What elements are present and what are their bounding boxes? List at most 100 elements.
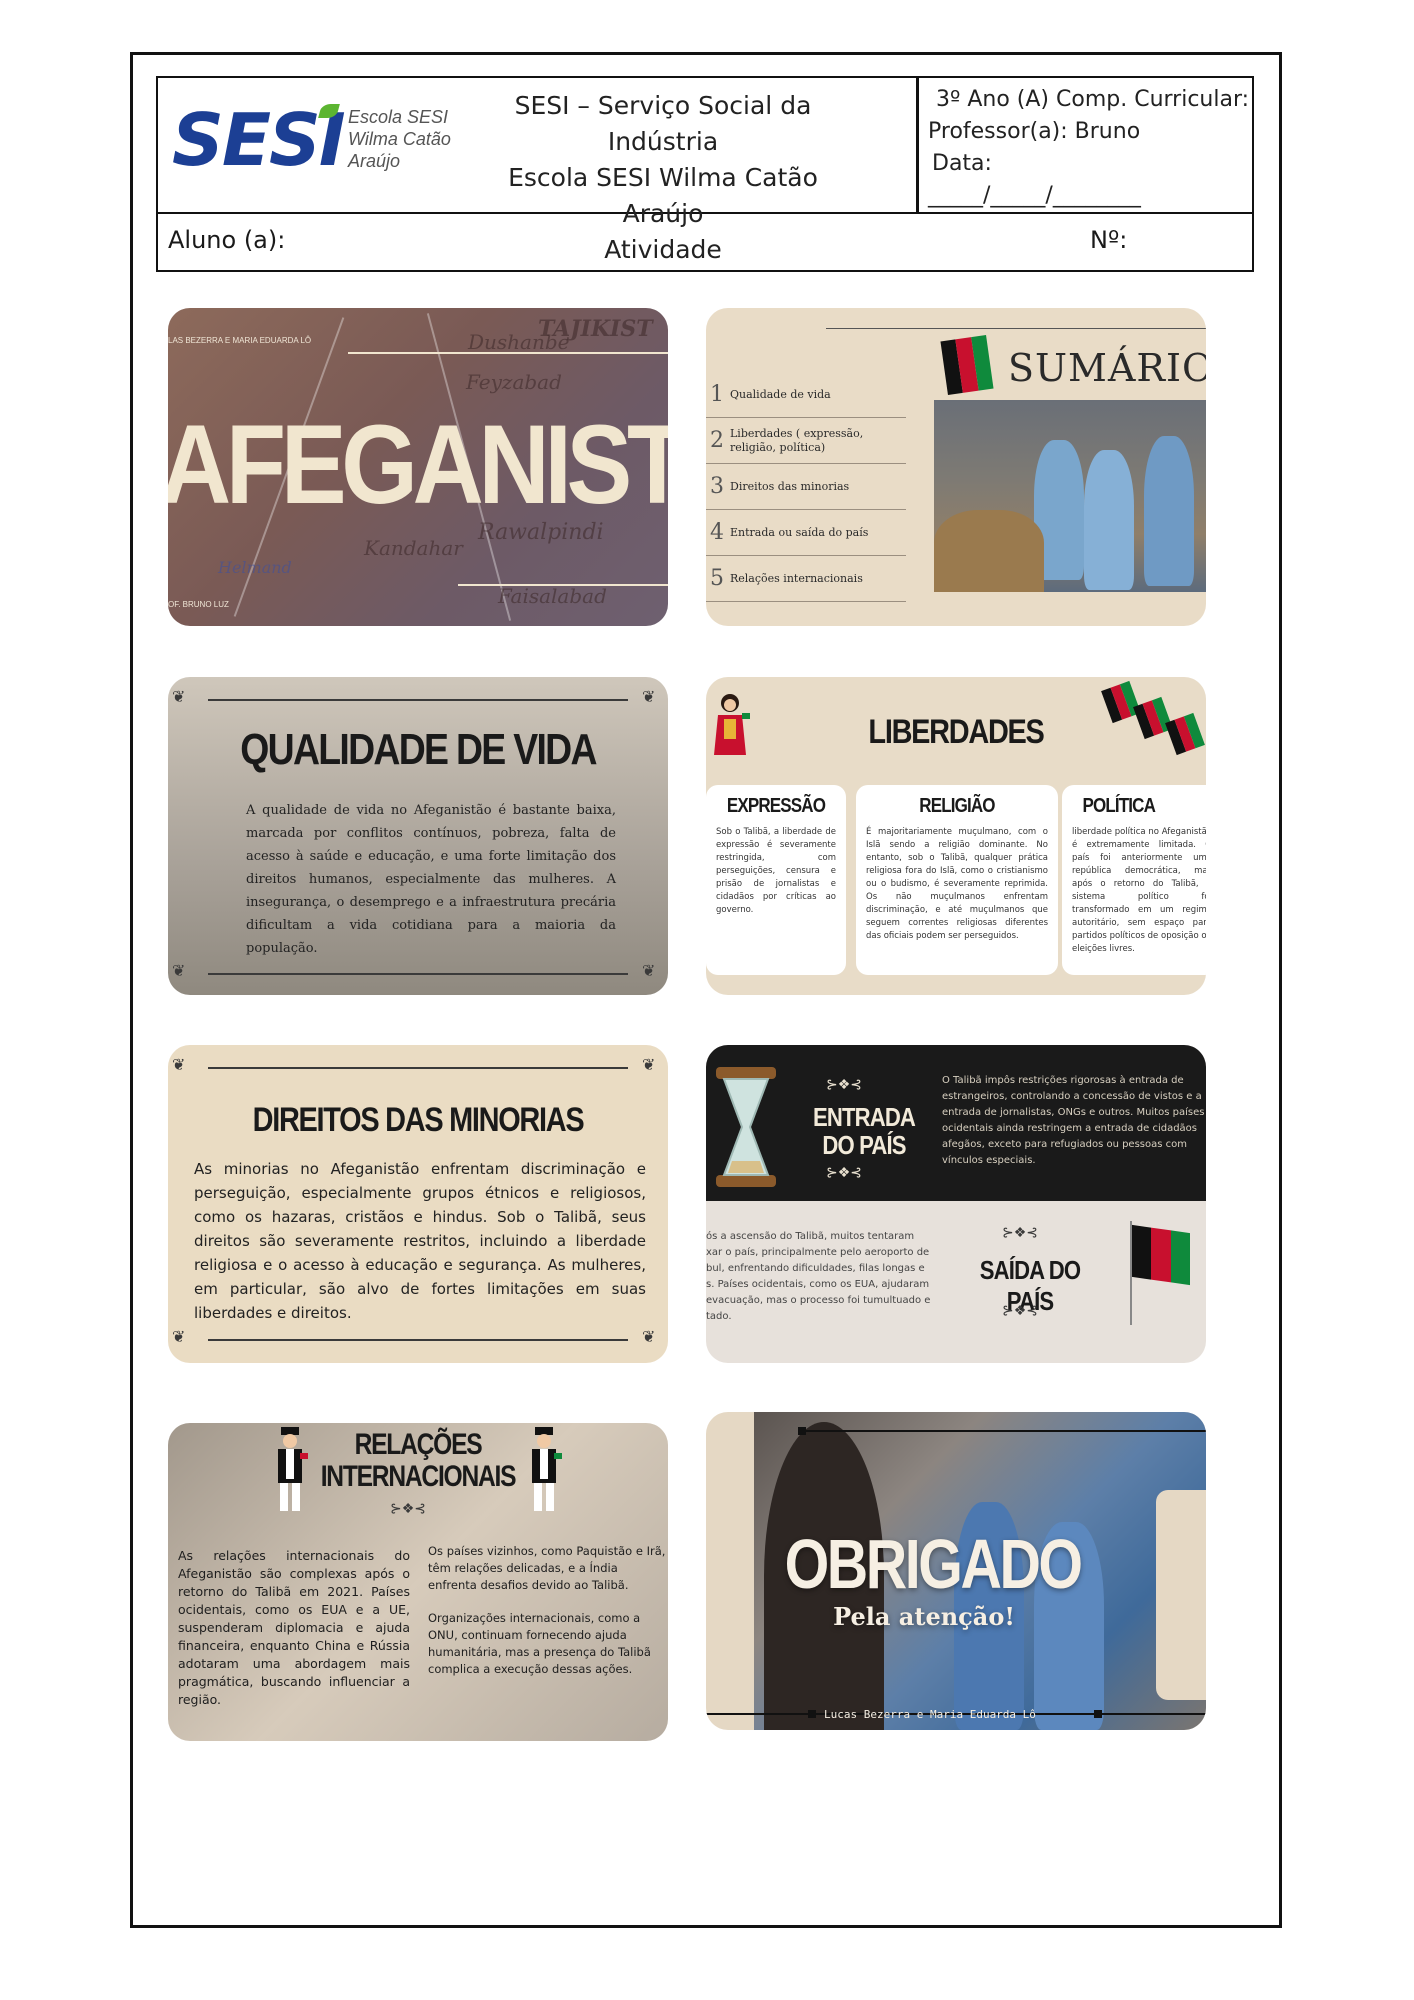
relations-title-line: INTERNACIONAIS <box>320 1460 517 1493</box>
slide-minority-rights: ❦ ❦ DIREITOS DAS MINORIAS As minorias no… <box>168 1045 668 1363</box>
freedom-card-title: RELIGIÃO <box>919 795 995 817</box>
summary-list: 1 Qualidade de vida 2 Liberdades ( express… <box>706 372 906 602</box>
teacher-label: Professor(a): Bruno <box>928 119 1141 144</box>
relations-column-right: Os países vizinhos, como Paquistão e Irã… <box>428 1543 668 1694</box>
ornament-line <box>208 1339 628 1341</box>
ornament-icon: ⊱❖⊰ <box>390 1501 427 1517</box>
exit-line: xar o país, principalmente pelo aeroport… <box>706 1247 930 1258</box>
summary-item-number: 1 <box>710 382 724 407</box>
exit-line: s. Países ocidentais, como os EUA, ajuda… <box>706 1279 930 1290</box>
summary-item-text: Relações internacionais <box>730 571 863 585</box>
cover-authors: LAS BEZERRA E MARIA EDUARDA LÔ <box>168 336 312 345</box>
relations-paragraph: Organizações internacionais, como a ONU,… <box>428 1611 651 1676</box>
map-label: Faisalabad <box>498 584 607 608</box>
summary-item: 2 Liberdades ( expressão, religião, polít… <box>706 418 906 464</box>
map-label: Feyzabad <box>466 370 562 394</box>
cover-bottom-line <box>458 584 668 586</box>
afghan-flag-icon <box>1132 1224 1190 1286</box>
ornament-icon: ⊱❖⊰ <box>826 1077 863 1093</box>
thanks-credits: Lucas Bezerra e Maria Eduarda Lô <box>824 1708 1036 1721</box>
thanks-subtitle: Pela atenção! <box>833 1602 1015 1631</box>
slide-international-relations: RELAÇÕES INTERNACIONAIS ⊱❖⊰ As relações … <box>168 1423 668 1741</box>
relations-column-left: As relações internacionais do Afeganistã… <box>178 1548 410 1707</box>
header-top-row: SESI Escola SESI Wilma Catão Araújo SESI… <box>158 78 1252 264</box>
ornament-line <box>208 973 628 975</box>
summary-title: SUMÁRIO <box>1008 346 1206 390</box>
afghan-flag-icon <box>1133 696 1173 740</box>
hourglass-icon <box>716 1067 776 1187</box>
cover-top-line <box>348 352 668 354</box>
quality-body: A qualidade de vida no Afeganistão é bas… <box>246 803 616 956</box>
ornament-icon: ❦ <box>172 1055 186 1074</box>
summary-item-number: 2 <box>710 428 724 453</box>
freedom-card-title: EXPRESSÃO <box>726 795 826 817</box>
ornament-icon: ❦ <box>642 1055 656 1074</box>
ornament-line <box>208 699 628 701</box>
date-label: Data: <box>932 151 992 176</box>
logo-sub-line: Araújo <box>348 151 401 171</box>
entry-title: ENTRADA DO PAÍS <box>812 1102 916 1160</box>
slide-freedoms: LIBERDADES EXPRESSÃO Sob o Talibã, a lib… <box>706 677 1206 995</box>
slide-quality-of-life: ❦ ❦ QUALIDADE DE VIDA A qualidade de vid… <box>168 677 668 995</box>
summary-item: 1 Qualidade de vida <box>706 372 906 418</box>
afghan-flag-icon <box>1165 712 1205 756</box>
exit-line: bul, enfrentando dificuldades, filas lon… <box>706 1263 925 1274</box>
freedom-card-body: Sob o Talibã, a liberdade de expressão é… <box>716 827 836 915</box>
burqa-figure <box>1144 436 1194 586</box>
frame-square <box>808 1710 816 1718</box>
thanks-title: OBRIGADO <box>784 1525 1083 1603</box>
entry-line: vínculos especiais. <box>942 1155 1036 1166</box>
ornament-icon: ⊱❖⊰ <box>826 1165 863 1181</box>
person-icon <box>278 1427 308 1511</box>
person-icon <box>532 1427 562 1511</box>
summary-item-text: Entrada ou saída do país <box>730 525 869 539</box>
slide-cover: Dushanbe TAJIKIST Feyzabad Rawalpindi Ka… <box>168 308 668 626</box>
summary-item-number: 5 <box>710 566 724 591</box>
ornament-icon: ❦ <box>172 1327 186 1346</box>
afghan-flag-icon <box>940 335 994 395</box>
ornament-icon: ❦ <box>172 687 186 706</box>
header-title-line: SESI – Serviço Social da Indústria <box>514 91 812 156</box>
freedom-card-religion: RELIGIÃO É majoritariamente muçulmano, c… <box>856 785 1058 975</box>
entry-line: afegãos, exceto para refugiados ou pesso… <box>942 1139 1187 1150</box>
summary-item-number: 3 <box>710 474 724 499</box>
summary-item: 3 Direitos das minorias <box>706 464 906 510</box>
entry-line: O Talibã impôs restrições rigorosas à en… <box>942 1075 1184 1086</box>
frame-line <box>802 1430 1206 1432</box>
freedom-card-body: liberdade política no Afeganistão é extr… <box>1072 827 1206 954</box>
market-photo <box>934 400 1206 592</box>
relations-paragraph: Os países vizinhos, como Paquistão e Irã… <box>428 1544 666 1592</box>
exit-body: ós a ascensão do Talibã, muitos tentaram… <box>706 1229 946 1325</box>
ornament-icon: ❦ <box>642 961 656 980</box>
afghan-doll-icon <box>714 694 750 755</box>
map-label: TAJIKIST <box>538 316 653 342</box>
header-bottom-row: Aluno (a): Nº: <box>158 214 1252 271</box>
exit-line: ós a ascensão do Talibã, muitos tentaram <box>706 1231 915 1242</box>
minorities-body: As minorias no Afeganistão enfrentam dis… <box>194 1160 646 1322</box>
side-panel <box>1156 1490 1206 1700</box>
freedom-card-expression: EXPRESSÃO Sob o Talibã, a liberdade de e… <box>706 785 846 975</box>
student-number-label: Nº: <box>1090 226 1128 254</box>
summary-item-number: 4 <box>710 520 724 545</box>
cover-teacher: OF. BRUNO LUZ <box>168 600 229 609</box>
minorities-title: DIREITOS DAS MINORIAS <box>252 1101 585 1139</box>
class-info: 3º Ano (A) Comp. Curricular: Professor(a… <box>928 84 1250 212</box>
logo-sub-line: Wilma Catão <box>348 129 451 149</box>
ornament-icon: ⊱❖⊰ <box>1002 1225 1039 1241</box>
exit-line: tado. <box>706 1311 732 1322</box>
freedom-card-body: É majoritariamente muçulmano, com o Islã… <box>866 827 1048 941</box>
summary-item-text: Liberdades ( expressão, religião, políti… <box>730 426 864 454</box>
summary-top-line <box>826 328 1206 329</box>
frame-square <box>1094 1710 1102 1718</box>
ornament-icon: ❦ <box>172 961 186 980</box>
frame-square <box>798 1427 806 1435</box>
quality-title: QUALIDADE DE VIDA <box>240 725 597 774</box>
relations-title-line: RELAÇÕES <box>354 1428 483 1461</box>
cover-title: AFEGANISTÃO <box>168 402 668 527</box>
ornament-icon: ❦ <box>642 1327 656 1346</box>
ornament-line <box>208 1067 628 1069</box>
summary-item: 4 Entrada ou saída do país <box>706 510 906 556</box>
class-label: 3º Ano (A) Comp. Curricular: <box>936 87 1250 112</box>
summary-item-text: Direitos das minorias <box>730 479 850 493</box>
ornament-icon: ⊱❖⊰ <box>1002 1303 1039 1319</box>
